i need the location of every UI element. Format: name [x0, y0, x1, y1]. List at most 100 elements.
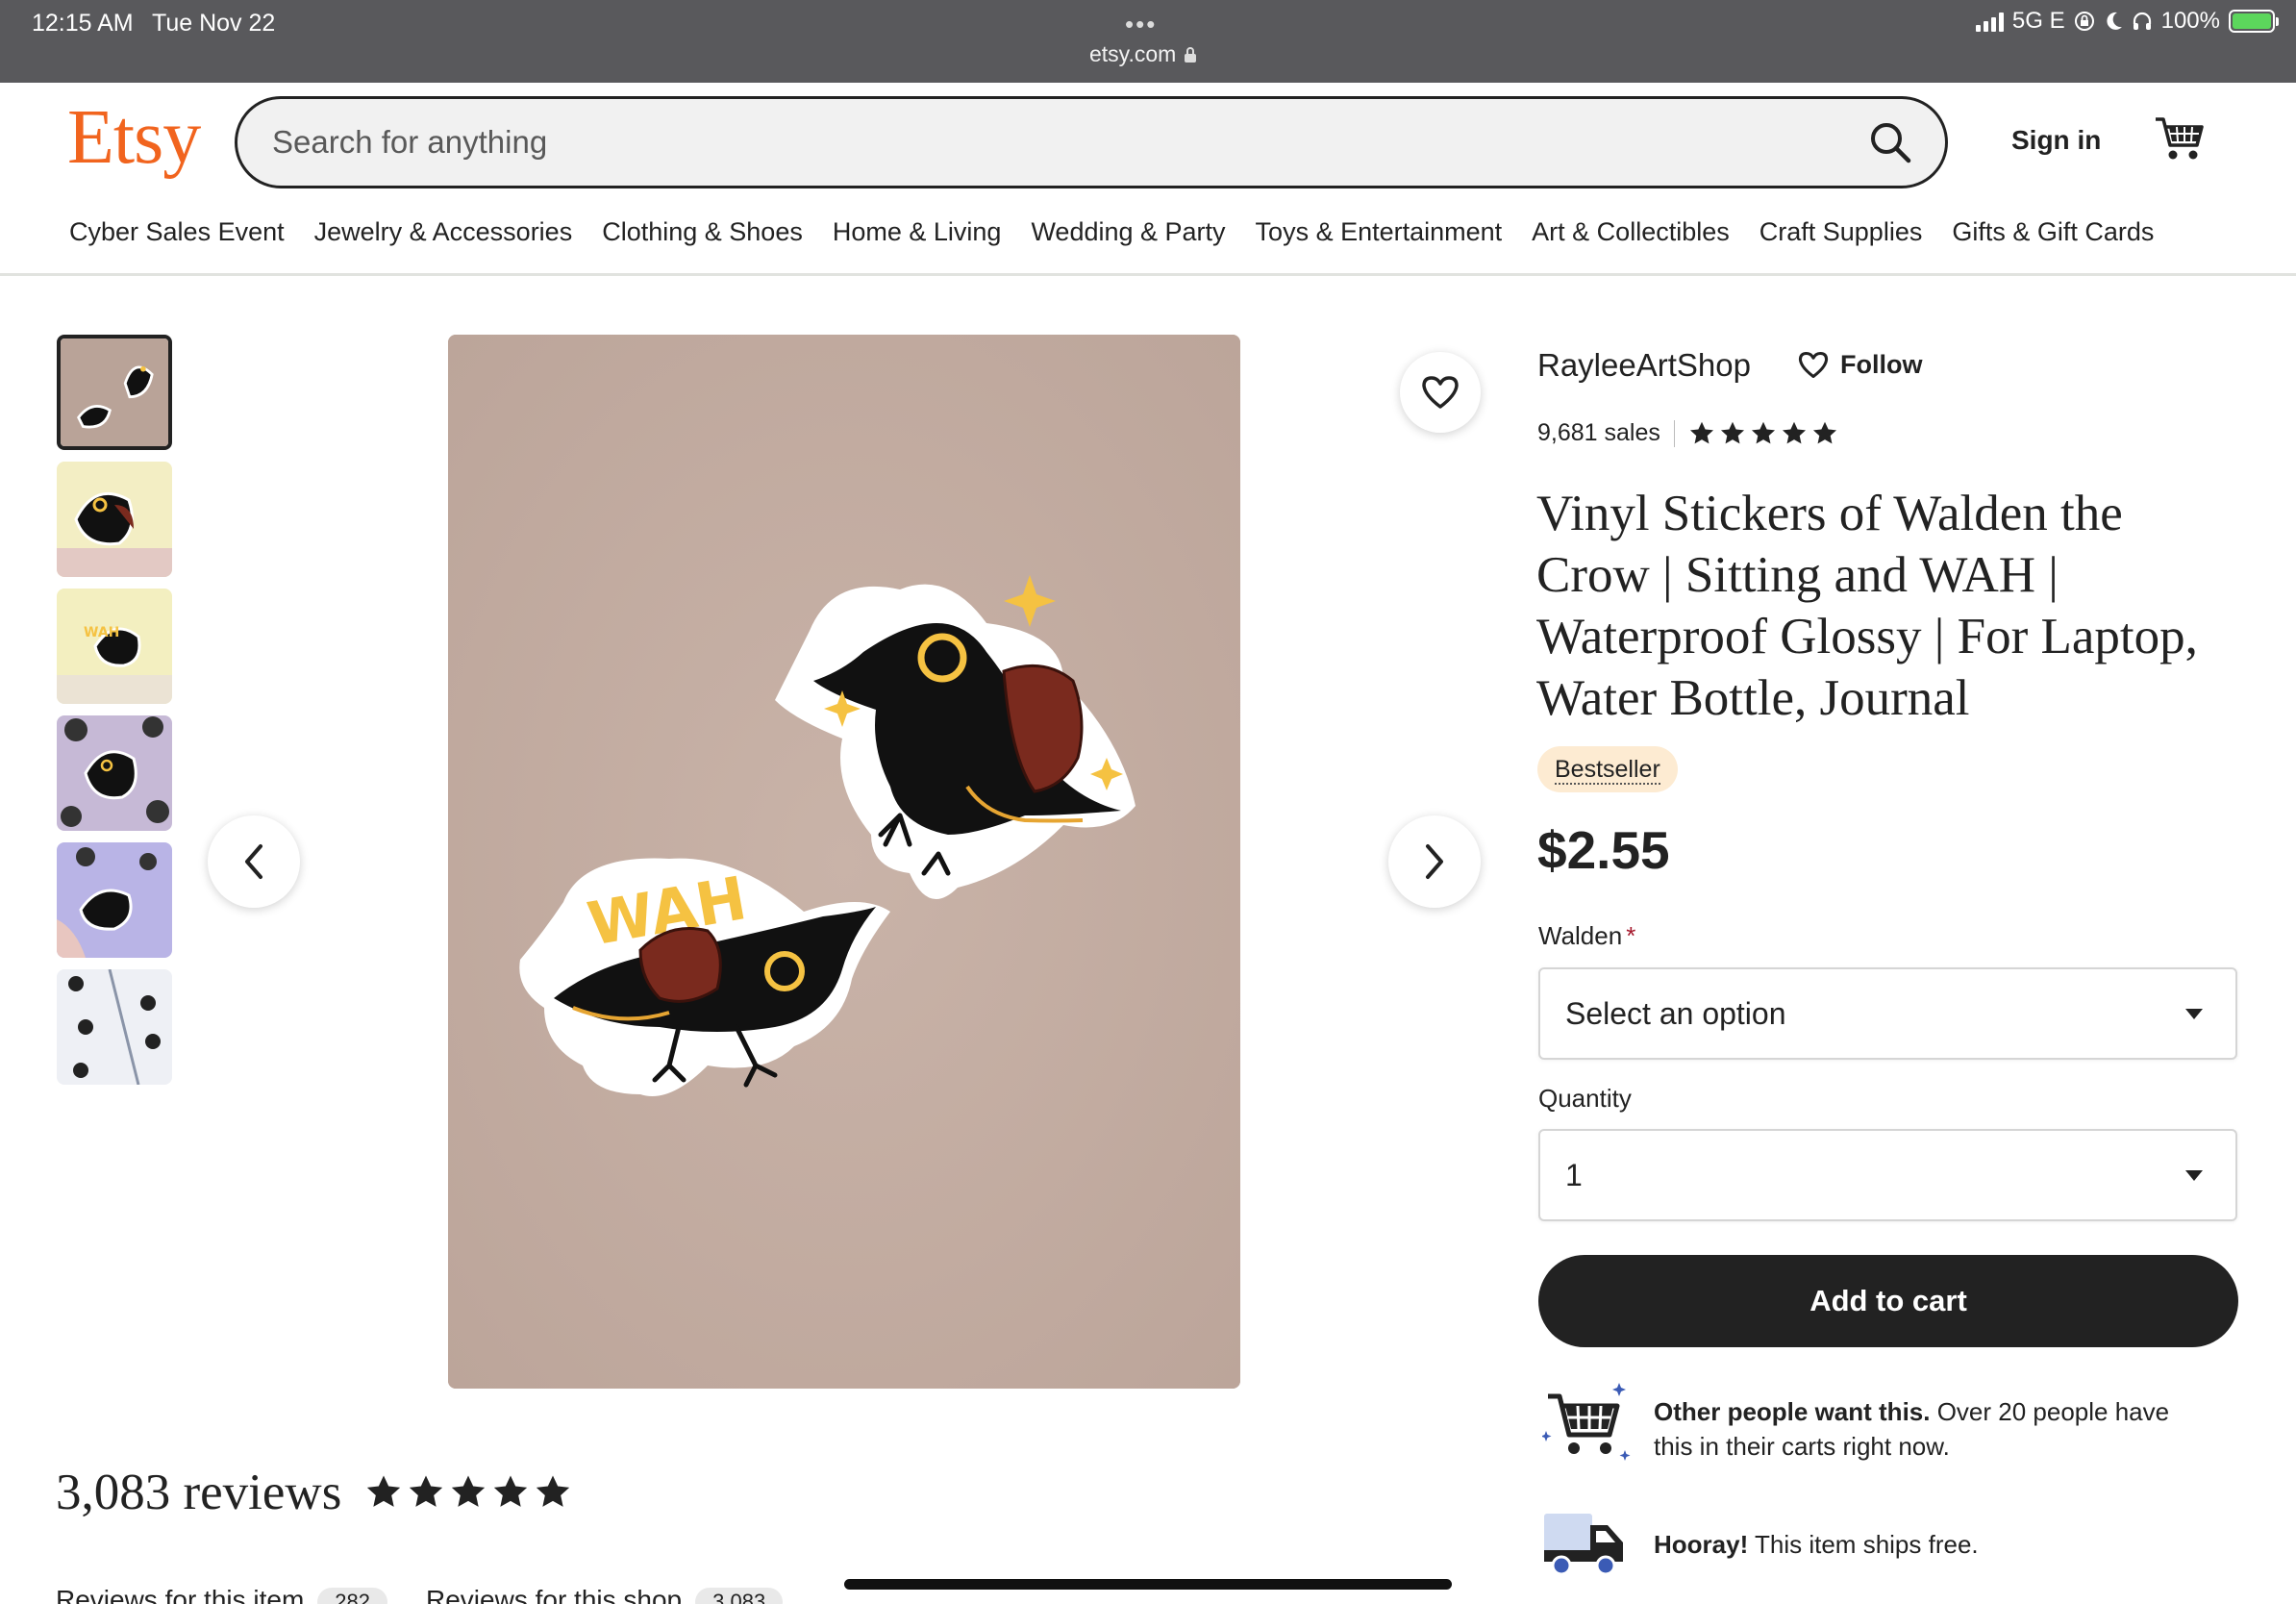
product-thumbnail-image [57, 462, 172, 577]
add-to-cart-button[interactable]: Add to cart [1538, 1255, 2238, 1347]
search-icon [1871, 123, 1911, 163]
header-divider [0, 273, 2296, 276]
follow-shop-button[interactable]: Follow [1798, 350, 1922, 380]
status-bar: 12:15 AM Tue Nov 22 ••• etsy.com 5G E 10… [0, 0, 2296, 83]
tab-reviews-shop[interactable]: Reviews for this shop [426, 1585, 682, 1604]
required-marker: * [1626, 921, 1636, 950]
demand-notice: Other people want this. Over 20 people h… [1542, 1381, 2169, 1469]
thumbnail-4[interactable] [57, 715, 172, 831]
star-icon [1689, 421, 1713, 443]
nav-item-art[interactable]: Art & Collectibles [1532, 217, 1730, 247]
shipping-rest: This item ships free. [1748, 1530, 1979, 1559]
category-nav: Cyber Sales Event Jewelry & Accessories … [69, 217, 2184, 247]
search-button[interactable] [1866, 118, 1916, 168]
status-date: Tue Nov 22 [152, 10, 276, 37]
demand-bold: Other people want this. [1654, 1397, 1931, 1426]
badge-label: Bestseller [1555, 756, 1660, 785]
sales-count: 9,681 sales [1537, 419, 1660, 446]
product-thumbnail-image [57, 842, 172, 958]
bestseller-badge[interactable]: Bestseller [1537, 746, 1678, 792]
nav-item-jewelry[interactable]: Jewelry & Accessories [314, 217, 573, 247]
headphones-icon [2133, 12, 2151, 30]
demand-text: Other people want this. Over 20 people h… [1654, 1394, 2169, 1464]
star-icon [367, 1475, 401, 1507]
star-icon [1720, 421, 1744, 443]
reviews-tabs: Reviews for this item 282 Reviews for this… [56, 1585, 821, 1604]
star-icon [410, 1475, 443, 1507]
lock-icon [1185, 46, 1197, 63]
cellular-signal-icon [1975, 11, 2004, 32]
shipping-notice: Hooray! This item ships free. [1542, 1512, 1979, 1579]
previous-image-button[interactable] [208, 815, 300, 908]
quantity-select-value: 1 [1565, 1158, 1583, 1192]
nav-item-wedding[interactable]: Wedding & Party [1031, 217, 1225, 247]
shop-rating-stars[interactable] [1688, 420, 1838, 447]
thumbnail-6[interactable] [57, 969, 172, 1085]
product-thumbnail-image [57, 969, 172, 1085]
variation-select[interactable]: Select an option [1538, 967, 2237, 1060]
tab-reviews-item-count: 282 [317, 1588, 388, 1604]
sticker-text: WAH [84, 625, 119, 640]
battery-percent: 100% [2160, 8, 2220, 34]
address-bar[interactable]: etsy.com [1089, 41, 1197, 67]
chevron-left-icon [245, 844, 262, 879]
next-image-button[interactable] [1388, 815, 1481, 908]
chevron-right-icon [1426, 844, 1443, 879]
quantity-label: Quantity [1538, 1084, 1632, 1113]
nav-item-gifts[interactable]: Gifts & Gift Cards [1952, 217, 2154, 247]
search-input[interactable] [272, 120, 1791, 164]
home-indicator[interactable] [844, 1579, 1452, 1590]
quantity-select[interactable]: 1 [1538, 1129, 2237, 1221]
nav-item-cyber-sales[interactable]: Cyber Sales Event [69, 217, 285, 247]
screen-lock-icon [2074, 12, 2094, 31]
etsy-logo[interactable]: Etsy [67, 94, 201, 182]
multitasking-dots-icon[interactable]: ••• [1125, 10, 1157, 39]
reviews-header: 3,083 reviews [56, 1464, 572, 1521]
demand-line-2: this in their carts right now. [1654, 1432, 1950, 1461]
listing-price: $2.55 [1537, 820, 1670, 880]
cart-button[interactable] [2154, 113, 2206, 163]
variation-label: Walden * [1538, 921, 1635, 951]
variation-label-text: Walden [1538, 921, 1623, 950]
main-product-image[interactable]: WAH [448, 335, 1240, 1389]
thumbnail-5[interactable] [57, 842, 172, 958]
tab-reviews-shop-count: 3,083 [695, 1588, 784, 1604]
star-icon [494, 1475, 528, 1507]
thumbnail-strip: WAH [57, 335, 174, 1096]
tab-reviews-item[interactable]: Reviews for this item [56, 1585, 304, 1604]
shipping-bold: Hooray! [1654, 1530, 1749, 1559]
thumbnail-2[interactable] [57, 462, 172, 577]
shop-name-link[interactable]: RayleeArtShop [1537, 347, 1751, 384]
shipping-text: Hooray! This item ships free. [1654, 1527, 1979, 1562]
variation-select-value: Select an option [1565, 996, 1786, 1031]
url-text: etsy.com [1089, 41, 1177, 66]
moon-icon [2107, 12, 2122, 30]
thumbnail-1[interactable] [57, 335, 172, 450]
listing-title: Vinyl Stickers of Walden the Crow | Sitt… [1536, 486, 2198, 726]
star-icon [537, 1475, 570, 1507]
network-type: 5G E [2011, 8, 2065, 34]
nav-item-craft[interactable]: Craft Supplies [1759, 217, 1923, 247]
dropdown-caret-icon [2185, 1009, 2203, 1019]
battery-icon [2229, 10, 2279, 33]
cart-icon [2156, 117, 2204, 160]
dropdown-caret-icon [2185, 1170, 2203, 1181]
nav-item-home-living[interactable]: Home & Living [833, 217, 1002, 247]
star-icon [452, 1475, 486, 1507]
sign-in-link[interactable]: Sign in [2011, 125, 2101, 156]
status-time: 12:15 AM [32, 10, 134, 37]
product-thumbnail-image: WAH [57, 589, 172, 704]
star-icon [1751, 421, 1775, 443]
truck-icon [1544, 1514, 1623, 1576]
cart-sparkle-icon [1542, 1383, 1631, 1461]
status-indicators: 5G E 100% [1975, 8, 2279, 35]
heart-outline-icon [1798, 351, 1829, 379]
reviews-count: 3,083 reviews [56, 1465, 342, 1520]
favorite-button[interactable] [1400, 352, 1481, 433]
product-thumbnail-image [57, 715, 172, 831]
nav-item-toys[interactable]: Toys & Entertainment [1256, 217, 1503, 247]
thumbnail-3[interactable]: WAH [57, 589, 172, 704]
follow-label: Follow [1840, 350, 1923, 379]
nav-item-clothing[interactable]: Clothing & Shoes [602, 217, 803, 247]
search-bar[interactable] [235, 96, 1948, 188]
